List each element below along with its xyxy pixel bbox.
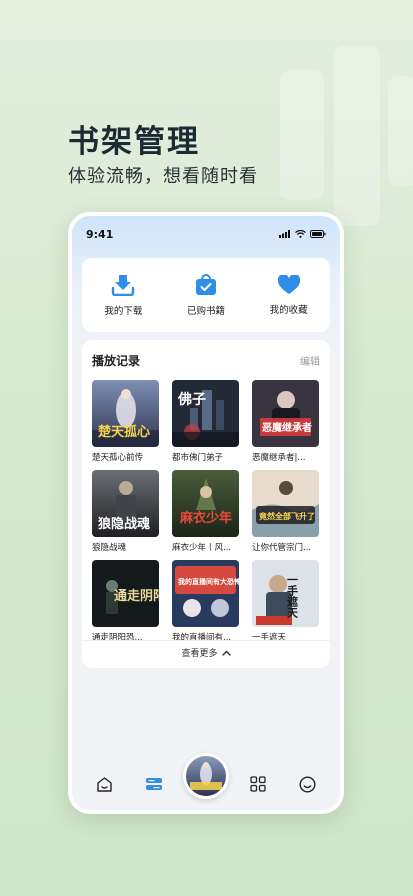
my-downloads-label: 我的下载 bbox=[104, 305, 143, 317]
my-favorites-label: 我的收藏 bbox=[269, 304, 308, 316]
download-icon bbox=[112, 274, 135, 296]
book-cover: 佛子 bbox=[172, 380, 239, 447]
decorative-bar bbox=[280, 70, 324, 200]
phone-mockup: 9:41 我的下载 已购书籍 我的收藏 播放记录 编辑 楚天孤心 楚天孤心前传 … bbox=[68, 212, 344, 814]
chevron-up-icon bbox=[221, 650, 231, 656]
book-title: 恶魔继承者|... bbox=[252, 453, 306, 463]
bookshelf-icon bbox=[145, 778, 162, 790]
cover-title: 佛子 bbox=[177, 391, 206, 408]
bottom-tab-bar bbox=[72, 753, 340, 810]
book-item[interactable]: 竟然全部飞升了 让你代管宗门... bbox=[252, 470, 320, 554]
page-headline: 书架管理 bbox=[68, 124, 200, 160]
book-title: 一手遮天 bbox=[252, 633, 287, 643]
now-playing-cover[interactable] bbox=[182, 753, 229, 799]
book-item[interactable]: 麻衣少年 麻衣少年丨风... bbox=[172, 470, 240, 554]
tab-bookshelf[interactable] bbox=[134, 764, 174, 804]
my-downloads-button[interactable]: 我的下载 bbox=[88, 274, 158, 317]
history-title: 播放记录 bbox=[92, 354, 141, 368]
book-item[interactable]: 楚天孤心 楚天孤心前传 bbox=[92, 380, 160, 464]
history-header: 播放记录 编辑 bbox=[92, 352, 320, 369]
quick-actions-card: 我的下载 已购书籍 我的收藏 bbox=[82, 258, 330, 332]
status-icons bbox=[279, 230, 326, 238]
book-item[interactable]: 狼隐战魂 狼隐战魂 bbox=[92, 470, 160, 554]
cover-title: 竟然全部飞升了 bbox=[258, 511, 315, 521]
purchased-bag-icon bbox=[195, 273, 216, 295]
category-grid-icon bbox=[250, 776, 266, 792]
book-item[interactable]: 一手遮天 一手遮天 bbox=[252, 560, 320, 644]
cover-title: 一手遮天 bbox=[286, 574, 299, 619]
book-title: 让你代管宗门... bbox=[252, 543, 312, 553]
book-title: 麻衣少年丨风... bbox=[172, 543, 232, 553]
profile-smile-icon bbox=[299, 775, 316, 793]
page-subheadline: 体验流畅，想看随时看 bbox=[68, 166, 258, 187]
see-more-label: 查看更多 bbox=[181, 649, 218, 659]
book-item[interactable]: 恶魔继承者 恶魔继承者|... bbox=[252, 380, 320, 464]
book-cover: 狼隐战魂 bbox=[92, 470, 159, 537]
status-bar: 9:41 bbox=[72, 216, 340, 252]
decorative-bar bbox=[334, 46, 380, 226]
cover-title: 狼隐战魂 bbox=[97, 516, 150, 532]
book-title: 楚天孤心前传 bbox=[92, 453, 144, 463]
book-item[interactable]: 通走阴阳 通走阴阳恐... bbox=[92, 560, 160, 644]
book-title: 通走阴阳恐... bbox=[92, 633, 143, 643]
book-grid: 楚天孤心 楚天孤心前传 佛子 都市佛门弟子 恶魔继承者 恶魔继承者|... 狼隐… bbox=[92, 380, 320, 644]
cover-title: 通走阴阳 bbox=[114, 588, 159, 604]
play-history-card: 播放记录 编辑 楚天孤心 楚天孤心前传 佛子 都市佛门弟子 恶魔继承者 恶魔继承… bbox=[82, 340, 330, 668]
book-cover: 楚天孤心 bbox=[92, 380, 159, 447]
cover-title: 楚天孤心 bbox=[98, 424, 150, 440]
cover-title: 麻衣少年 bbox=[179, 510, 232, 526]
my-favorites-button[interactable]: 我的收藏 bbox=[254, 274, 324, 316]
home-icon bbox=[97, 776, 112, 792]
tab-category[interactable] bbox=[238, 764, 278, 804]
book-cover: 竟然全部飞升了 bbox=[252, 470, 319, 537]
book-item[interactable]: 我的直播间有大恐怖 我的直播间有... bbox=[172, 560, 240, 644]
decorative-bar bbox=[388, 76, 413, 186]
battery-icon bbox=[310, 230, 326, 238]
status-time: 9:41 bbox=[86, 227, 114, 241]
book-cover: 一手遮天 bbox=[252, 560, 319, 627]
cover-title: 恶魔继承者 bbox=[262, 421, 312, 434]
book-cover: 通走阴阳 bbox=[92, 560, 159, 627]
book-cover: 恶魔继承者 bbox=[252, 380, 319, 447]
book-title: 都市佛门弟子 bbox=[172, 453, 224, 463]
app-screen: 9:41 我的下载 已购书籍 我的收藏 播放记录 编辑 楚天孤心 楚天孤心前传 … bbox=[72, 216, 340, 810]
book-cover: 麻衣少年 bbox=[172, 470, 239, 537]
divider bbox=[82, 640, 330, 641]
see-more-button[interactable]: 查看更多 bbox=[82, 646, 330, 659]
book-title: 我的直播间有... bbox=[172, 633, 232, 643]
signal-icon bbox=[279, 230, 290, 238]
heart-icon bbox=[277, 274, 300, 294]
wifi-icon bbox=[295, 230, 306, 238]
book-title: 狼隐战魂 bbox=[92, 543, 127, 553]
book-item[interactable]: 佛子 都市佛门弟子 bbox=[172, 380, 240, 464]
edit-button[interactable]: 编辑 bbox=[300, 353, 320, 368]
purchased-books-button[interactable]: 已购书籍 bbox=[171, 273, 241, 317]
tab-profile[interactable] bbox=[287, 764, 327, 804]
book-cover: 我的直播间有大恐怖 bbox=[172, 560, 239, 627]
tab-home[interactable] bbox=[85, 764, 125, 804]
purchased-books-label: 已购书籍 bbox=[186, 305, 225, 317]
cover-title: 我的直播间有大恐怖 bbox=[178, 577, 239, 586]
